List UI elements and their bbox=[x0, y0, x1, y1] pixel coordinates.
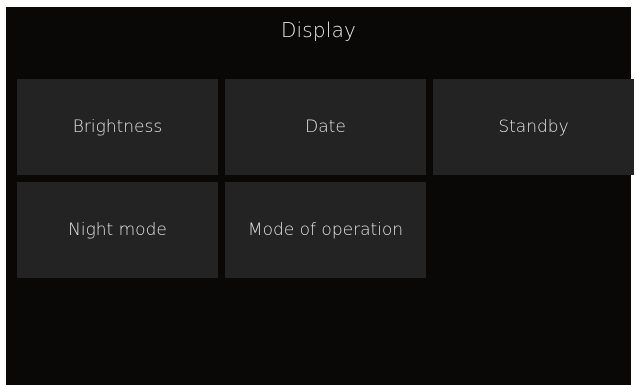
standby-label: Standby bbox=[498, 117, 569, 137]
brightness-button[interactable]: Brightness bbox=[17, 79, 218, 175]
standby-button[interactable]: Standby bbox=[433, 79, 634, 175]
date-label: Date bbox=[305, 117, 346, 137]
date-button[interactable]: Date bbox=[225, 79, 426, 175]
mode-of-operation-label: Mode of operation bbox=[247, 220, 404, 240]
night-mode-label: Night mode bbox=[68, 220, 167, 240]
night-mode-button[interactable]: Night mode bbox=[17, 182, 218, 278]
page-title: Display bbox=[280, 18, 357, 42]
display-settings-screen: Display Brightness Date Standby Night mo… bbox=[6, 7, 634, 385]
brightness-label: Brightness bbox=[72, 117, 163, 137]
mode-of-operation-button[interactable]: Mode of operation bbox=[225, 182, 426, 278]
